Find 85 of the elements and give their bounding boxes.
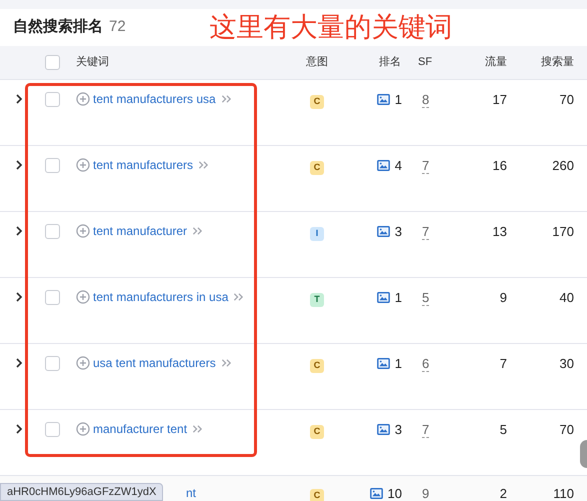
expand-chevron-icon[interactable] — [15, 357, 23, 369]
add-circle-icon[interactable] — [76, 422, 90, 436]
traffic-value: 13 — [492, 223, 507, 241]
add-circle-icon[interactable] — [76, 356, 90, 370]
keyword-link[interactable]: manufacturer tent — [93, 420, 188, 438]
expand-chevron-icon[interactable] — [15, 225, 23, 237]
expand-chevron-icon[interactable] — [15, 93, 23, 105]
column-header: 搜索量 — [541, 54, 574, 70]
search-volume-value: 110 — [553, 485, 574, 501]
rank-value: 1 — [394, 289, 402, 307]
annotation-text: 这里有大量的关键词 — [210, 14, 453, 41]
add-circle-icon[interactable] — [76, 224, 90, 238]
double-chevron-icon[interactable] — [192, 424, 204, 434]
checkbox[interactable] — [45, 55, 60, 70]
column-header: 排名 — [379, 55, 402, 70]
keyword-count: 72 — [109, 17, 126, 38]
rank-value: 3 — [394, 223, 402, 241]
keyword-link[interactable]: tent manufacturers — [93, 156, 194, 174]
intent-badge: T — [310, 292, 324, 307]
image-icon — [376, 94, 390, 106]
rank-value: 1 — [394, 355, 402, 373]
search-volume-value: 260 — [552, 157, 574, 175]
checkbox[interactable] — [45, 92, 60, 107]
search-volume-value: 70 — [560, 421, 574, 439]
checkbox[interactable] — [45, 224, 60, 239]
add-circle-icon[interactable] — [76, 290, 90, 304]
expand-chevron-icon[interactable] — [15, 423, 23, 435]
intent-badge: C — [310, 94, 324, 109]
double-chevron-icon[interactable] — [220, 94, 232, 104]
traffic-value: 16 — [492, 157, 507, 175]
checkbox[interactable] — [45, 422, 60, 437]
rank-value: 4 — [394, 157, 402, 175]
rank-value: 1 — [394, 91, 402, 109]
traffic-value: 5 — [500, 421, 507, 439]
traffic-value: 9 — [500, 289, 507, 307]
traffic-value: 2 — [500, 485, 507, 501]
serp-features-count[interactable]: 7 — [422, 422, 430, 438]
serp-features-count[interactable]: 8 — [422, 92, 430, 108]
column-header: SF — [417, 55, 432, 70]
double-chevron-icon[interactable] — [220, 358, 232, 368]
intent-badge: C — [310, 358, 324, 373]
image-icon — [376, 226, 390, 238]
intent-badge: C — [310, 488, 324, 501]
image-icon — [376, 358, 390, 370]
serp-features-count[interactable]: 7 — [422, 158, 430, 174]
add-circle-icon[interactable] — [76, 92, 90, 106]
rank-value: 10 — [388, 485, 402, 501]
panel-title: 自然搜索排名 — [13, 17, 103, 38]
keyword-link[interactable]: tent manufacturer — [93, 222, 188, 240]
double-chevron-icon[interactable] — [198, 160, 210, 170]
traffic-value: 17 — [492, 91, 507, 109]
image-icon — [376, 424, 390, 436]
intent-badge: I — [310, 226, 324, 241]
scrollbar-thumb — [580, 440, 587, 468]
serp-features-count[interactable]: 7 — [422, 224, 430, 240]
serp-features-count[interactable]: 9 — [422, 486, 430, 501]
intent-badge: C — [310, 424, 324, 439]
serp-features-count[interactable]: 6 — [422, 356, 430, 372]
column-header: 流量 — [485, 54, 507, 70]
rank-value: 3 — [394, 421, 402, 439]
serp-features-count[interactable]: 5 — [422, 290, 430, 306]
checkbox[interactable] — [45, 290, 60, 305]
image-icon — [376, 160, 390, 172]
add-circle-icon[interactable] — [76, 158, 90, 172]
keyword-link[interactable]: tent manufacturers usa — [93, 90, 216, 108]
double-chevron-icon[interactable] — [233, 292, 244, 302]
keyword-link[interactable]: usa tent manufacturers — [93, 354, 216, 372]
expand-chevron-icon[interactable] — [15, 291, 23, 303]
double-chevron-icon[interactable] — [192, 226, 204, 236]
checkbox[interactable] — [45, 356, 60, 371]
image-icon — [376, 292, 390, 304]
column-header: 意图 — [306, 55, 328, 70]
expand-chevron-icon[interactable] — [15, 159, 23, 171]
keyword-link[interactable]: nt — [186, 484, 196, 501]
search-volume-value: 40 — [560, 289, 574, 307]
traffic-value: 7 — [500, 355, 507, 373]
keyword-link[interactable]: tent manufacturers in usa — [93, 288, 228, 306]
column-header: 关键词 — [75, 54, 109, 70]
image-icon — [370, 488, 383, 500]
search-volume-value: 170 — [552, 223, 574, 241]
intent-badge: C — [310, 160, 324, 175]
checkbox[interactable] — [45, 158, 60, 173]
status-url: aHR0cHM6Ly96aGFzZW1ydX — [0, 483, 164, 501]
search-volume-value: 30 — [560, 355, 574, 373]
search-volume-value: 70 — [560, 91, 574, 109]
